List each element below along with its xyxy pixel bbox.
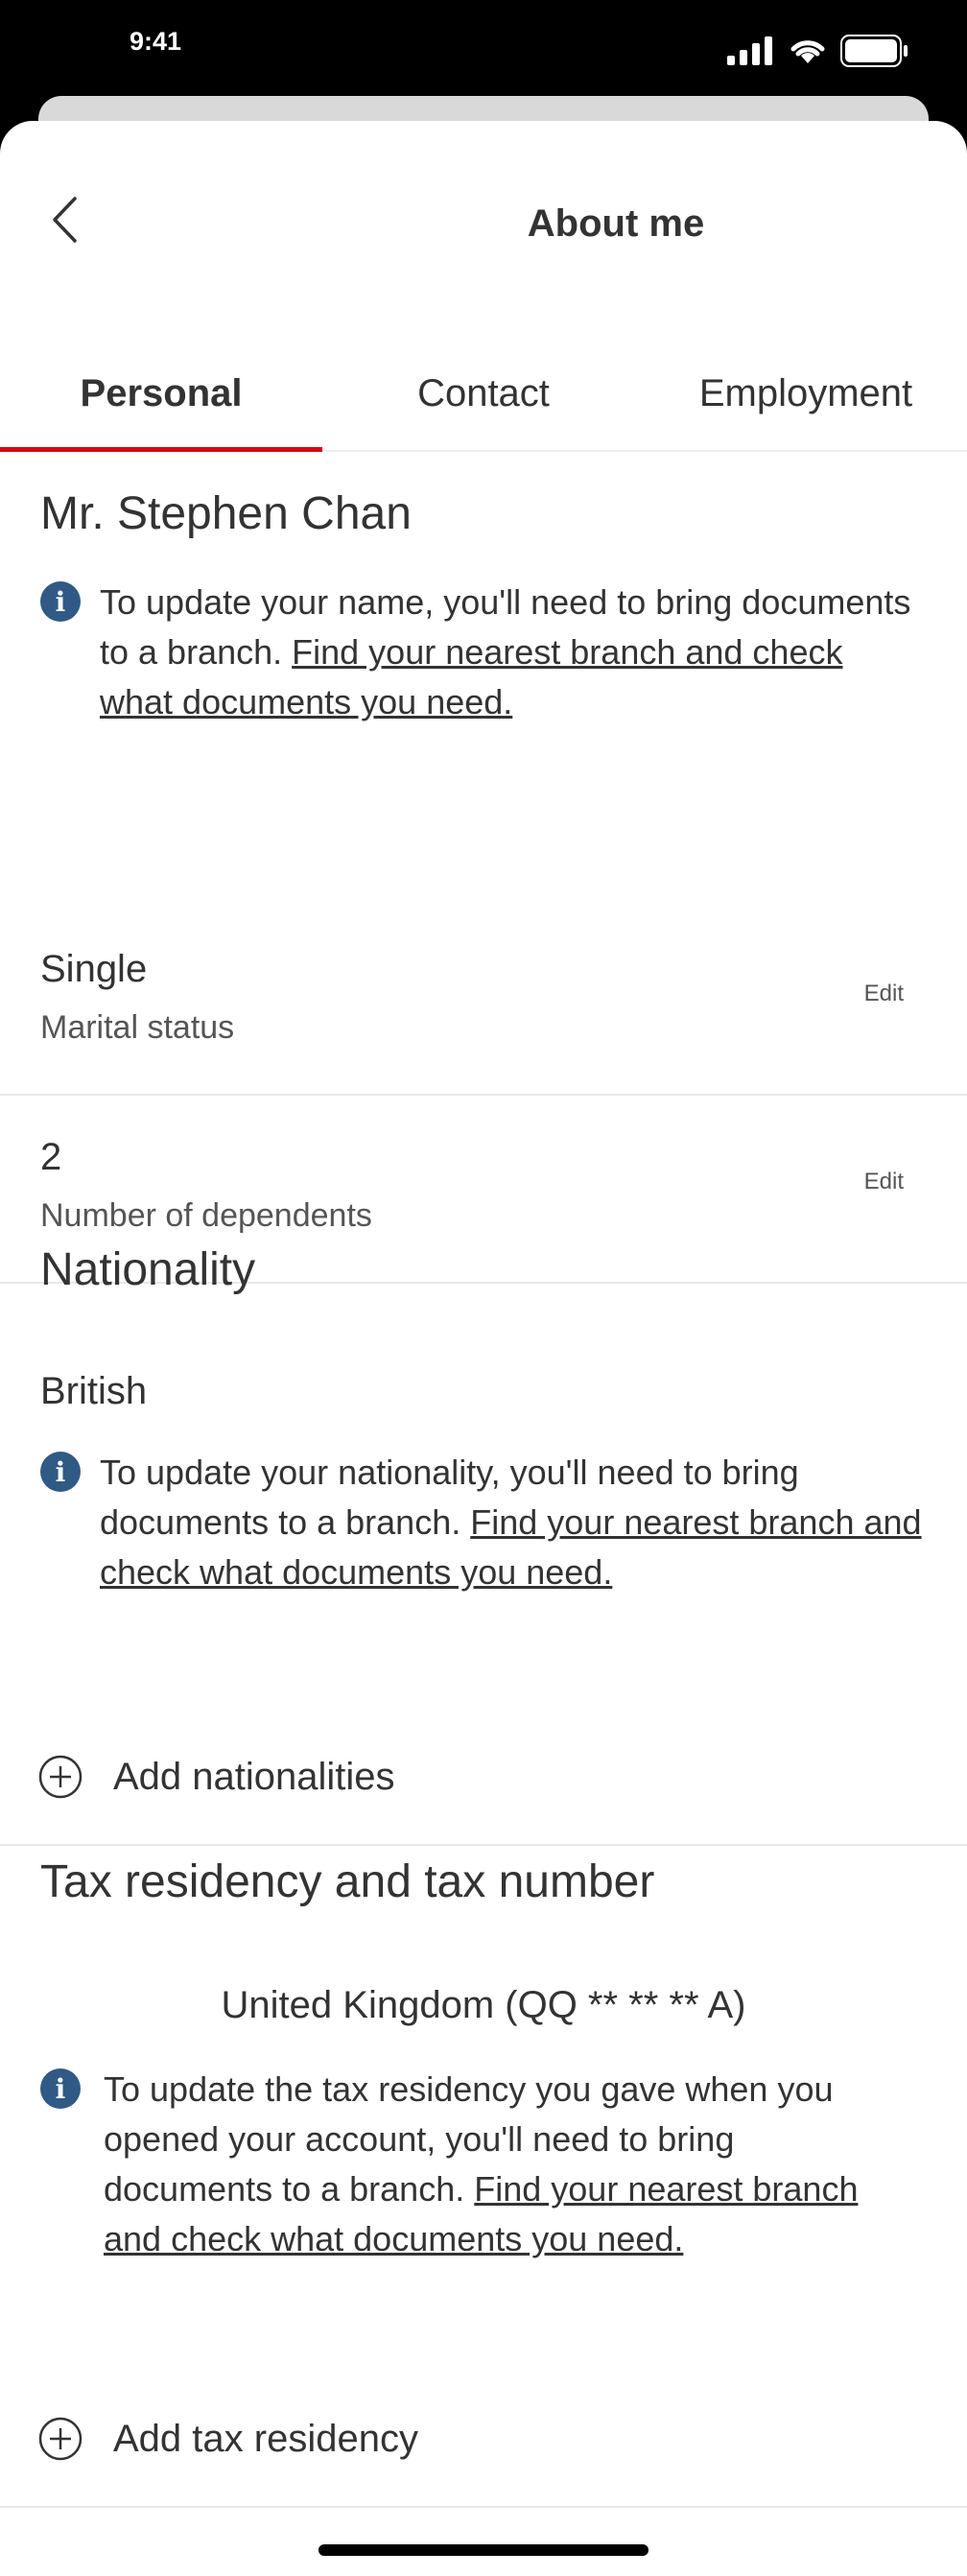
marital-status-label: Marital status <box>40 1009 235 1046</box>
marital-status-value: Single <box>40 948 148 990</box>
active-tab-indicator <box>0 447 322 452</box>
info-icon: i <box>40 2068 81 2109</box>
page-title: About me <box>527 202 705 245</box>
nationality-heading: Nationality <box>40 1244 256 1295</box>
add-nationalities-label: Add nationalities <box>113 1755 395 1798</box>
dependents-label: Number of dependents <box>40 1197 372 1234</box>
about-me-sheet: About me Personal Contact Employment Mr.… <box>0 121 967 2576</box>
tab-employment[interactable]: Employment <box>645 337 967 450</box>
add-nationalities-button[interactable]: Add nationalities <box>0 1710 967 1846</box>
plus-circle-icon <box>38 1755 83 1799</box>
marital-status-row: Single Marital status Edit <box>0 906 967 1096</box>
name-info-message: i To update your name, you'll need to br… <box>40 578 923 727</box>
home-indicator <box>318 2544 649 2556</box>
plus-circle-icon <box>38 2417 83 2461</box>
tax-residency-heading: Tax residency and tax number <box>40 1856 655 1907</box>
dependents-value: 2 <box>40 1136 62 1178</box>
status-time: 9:41 <box>130 27 182 56</box>
tax-info-message: i To update the tax residency you gave w… <box>40 2065 904 2264</box>
wifi-icon <box>790 40 825 63</box>
status-bar: 9:41 <box>0 0 967 96</box>
customer-name: Mr. Stephen Chan <box>40 488 412 539</box>
info-icon: i <box>40 1452 81 1492</box>
info-text: To update your name, you'll need to brin… <box>100 578 923 727</box>
edit-dependents-button[interactable]: Edit <box>864 1169 904 1195</box>
nationality-info-message: i To update your nationality, you'll nee… <box>40 1448 923 1597</box>
info-text: To update your nationality, you'll need … <box>100 1448 923 1597</box>
status-icons <box>727 35 909 67</box>
signal-icon <box>727 36 772 65</box>
tab-contact[interactable]: Contact <box>322 337 645 450</box>
info-text: To update the tax residency you gave whe… <box>104 2065 904 2264</box>
tab-bar: Personal Contact Employment <box>0 337 967 452</box>
tax-residency-value: United Kingdom (QQ ** ** ** A) <box>221 1984 746 2026</box>
nav-bar: About me <box>0 121 967 313</box>
info-icon: i <box>40 581 81 622</box>
nationality-value: British <box>40 1370 148 1412</box>
edit-marital-status-button[interactable]: Edit <box>864 981 904 1007</box>
battery-icon <box>840 35 908 67</box>
add-tax-residency-label: Add tax residency <box>113 2417 418 2460</box>
add-tax-residency-button[interactable]: Add tax residency <box>0 2372 967 2508</box>
tab-personal[interactable]: Personal <box>0 337 322 450</box>
